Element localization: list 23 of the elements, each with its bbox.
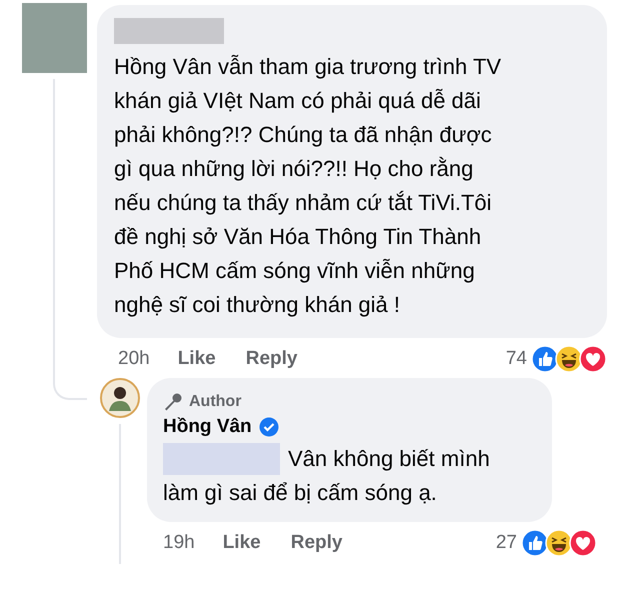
like-link[interactable]: Like bbox=[222, 532, 261, 554]
reply-text: Vân không biết mình bbox=[288, 445, 490, 473]
laughing-face-icon bbox=[545, 529, 573, 557]
reply-link[interactable]: Reply bbox=[246, 348, 298, 370]
author-label: Author bbox=[189, 393, 242, 411]
like-reaction-icon bbox=[531, 345, 559, 373]
reaction-count: 74 bbox=[506, 348, 527, 370]
comment-time: 20h bbox=[118, 348, 150, 370]
reaction-count: 27 bbox=[496, 532, 517, 554]
redacted-avatar bbox=[22, 3, 87, 73]
like-reaction-icon bbox=[521, 529, 549, 557]
avatar bbox=[100, 378, 140, 418]
heart-reaction-icon bbox=[579, 345, 607, 373]
like-link[interactable]: Like bbox=[178, 348, 216, 370]
comment-time: 19h bbox=[163, 532, 195, 554]
reply-link[interactable]: Reply bbox=[290, 532, 342, 554]
verified-icon bbox=[258, 417, 279, 437]
heart-reaction-icon bbox=[569, 529, 597, 557]
microphone-icon bbox=[163, 392, 183, 412]
laughing-face-icon bbox=[555, 345, 583, 373]
comment-text: Hồng Vân vẫn tham gia trương trình TV khán giả VIệt Nam có phải quá dễ dãi phải không?!? Chúng ta đã nhận được gì qua những lời nói??!! Họ cho rằng nếu chúng ta thấy nhảm cứ tắt TiVi.Tôi đề nghị sở Văn Hóa Thông Tin Thành Phố HCM cấm sóng vĩnh viễn những nghệ sĩ coi thường khán giả ! bbox=[114, 53, 502, 319]
commenter-name[interactable]: Hồng Vân bbox=[163, 416, 252, 438]
reply-text: làm gì sai để bị cấm sóng ạ. bbox=[163, 479, 438, 507]
